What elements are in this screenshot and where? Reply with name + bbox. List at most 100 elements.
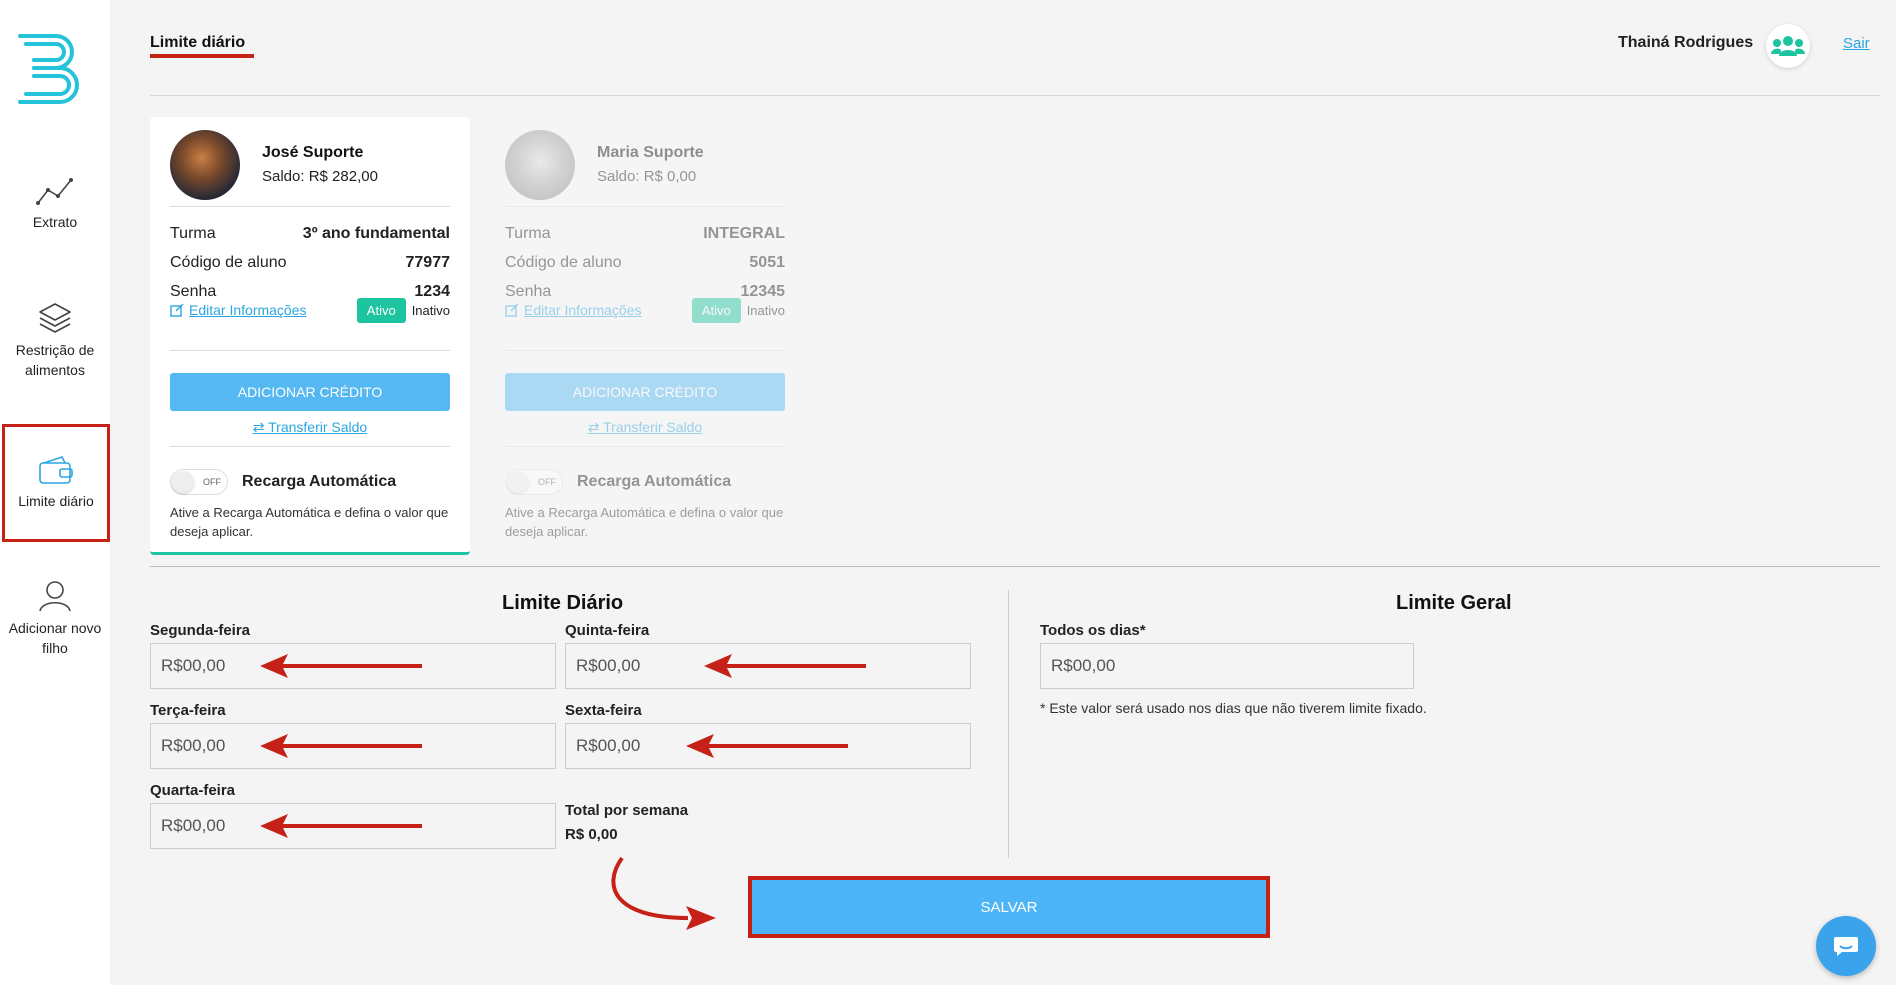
turma-value: INTEGRAL xyxy=(703,225,785,242)
child-header: Maria Suporte Saldo: R$ 0,00 xyxy=(505,129,785,207)
label-todos-os-dias: Todos os dias* xyxy=(1040,622,1146,639)
label-terca: Terça-feira xyxy=(150,702,226,719)
auto-recharge-title: Recarga Automática xyxy=(577,473,732,490)
users-icon xyxy=(1771,36,1805,56)
section-divider xyxy=(150,566,1880,567)
auto-recharge-title: Recarga Automática xyxy=(242,473,397,490)
nav-label-extrato: Extrato xyxy=(32,214,78,230)
transfer-label: Transferir Saldo xyxy=(268,419,368,435)
child-avatar xyxy=(505,129,575,200)
codigo-value: 77977 xyxy=(405,254,451,271)
annotation-arrow xyxy=(260,654,422,678)
turma-value: 3º ano fundamental xyxy=(302,225,450,242)
codigo-label: Código de aluno xyxy=(170,254,287,271)
child-balance: Saldo: R$ 282,00 xyxy=(262,168,378,185)
annotation-curved-arrow xyxy=(611,856,716,930)
layers-icon xyxy=(39,303,71,333)
child-balance: Saldo: R$ 0,00 xyxy=(597,168,697,185)
transfer-label: Transferir Saldo xyxy=(603,419,703,435)
codigo-label: Código de aluno xyxy=(505,254,622,271)
child-name: José Suporte xyxy=(262,144,364,161)
user-name: Thainá Rodrigues xyxy=(1618,34,1754,51)
codigo-value: 5051 xyxy=(749,254,785,271)
edit-info-link[interactable]: Editar Informações xyxy=(505,302,642,318)
annotation-arrow xyxy=(260,734,422,758)
info-row-codigo: Código de aluno 5051 xyxy=(505,248,785,277)
user-icon xyxy=(39,581,71,612)
child-card-jose[interactable]: José Suporte Saldo: R$ 282,00 Turma 3º a… xyxy=(150,117,470,555)
add-credit-button[interactable]: ADICIONAR CRÉDITO xyxy=(505,373,785,411)
add-credit-button[interactable]: ADICIONAR CRÉDITO xyxy=(170,373,450,411)
annotation-arrow xyxy=(704,654,866,678)
edit-info-link[interactable]: Editar Informações xyxy=(170,302,307,318)
info-row-codigo: Código de aluno 77977 xyxy=(170,248,450,277)
transfer-balance-link[interactable]: ⇄ Transferir Saldo xyxy=(505,419,785,447)
turma-label: Turma xyxy=(505,225,551,242)
info-row-turma: Turma 3º ano fundamental xyxy=(170,219,450,248)
switch-knob xyxy=(507,471,529,493)
nav-item-restricao[interactable]: Restrição de alimentos xyxy=(0,302,110,380)
status-inativo[interactable]: Inativo xyxy=(412,303,450,318)
input-todos-os-dias[interactable] xyxy=(1040,643,1414,689)
status-ativo[interactable]: Ativo xyxy=(356,297,406,323)
status-toggle[interactable]: Ativo Inativo xyxy=(356,297,450,323)
chat-icon xyxy=(1834,937,1858,956)
weekly-total-label: Total por semana xyxy=(565,802,689,819)
info-row-turma: Turma INTEGRAL xyxy=(505,219,785,248)
transfer-balance-link[interactable]: ⇄ Transferir Saldo xyxy=(170,419,450,447)
edit-info-label: Editar Informações xyxy=(189,302,307,318)
main-content: Limite diário Thainá Rodrigues Sair José… xyxy=(110,0,1896,985)
annotation-arrow xyxy=(260,814,422,838)
logo xyxy=(18,34,79,104)
child-avatar xyxy=(170,129,240,200)
title-underline xyxy=(150,54,254,58)
nav-label-adicionar: Adicionar novo filho xyxy=(8,620,102,656)
chart-line-icon xyxy=(36,178,73,205)
annotation-arrow xyxy=(686,734,848,758)
label-sexta: Sexta-feira xyxy=(565,702,642,719)
switch-off-label: OFF xyxy=(203,477,221,487)
status-inativo[interactable]: Inativo xyxy=(747,303,785,318)
user-avatar[interactable] xyxy=(1766,24,1810,68)
nav-label-limite: Limite diário xyxy=(18,493,94,509)
nav-label-restricao: Restrição de alimentos xyxy=(15,342,95,378)
child-card-maria[interactable]: Maria Suporte Saldo: R$ 0,00 Turma INTEG… xyxy=(485,117,805,555)
edit-status-row: Editar Informações Ativo Inativo xyxy=(505,297,785,351)
edit-info-label: Editar Informações xyxy=(524,302,642,318)
save-button[interactable]: SALVAR xyxy=(752,880,1266,934)
weekly-total-value: R$ 0,00 xyxy=(565,826,618,843)
label-segunda: Segunda-feira xyxy=(150,622,251,639)
edit-status-row: Editar Informações Ativo Inativo xyxy=(170,297,450,351)
auto-recharge-desc: Ative a Recarga Automática e defina o va… xyxy=(170,505,449,539)
turma-label: Turma xyxy=(170,225,216,242)
nav-item-extrato[interactable]: Extrato xyxy=(0,176,110,232)
status-toggle[interactable]: Ativo Inativo xyxy=(691,297,785,323)
switch-knob xyxy=(172,471,194,493)
daily-limit-title: Limite Diário xyxy=(502,592,624,614)
column-divider xyxy=(1008,590,1009,858)
auto-recharge-row: OFF Recarga Automática xyxy=(505,469,785,495)
auto-recharge-desc: Ative a Recarga Automática e defina o va… xyxy=(505,505,784,539)
chat-button[interactable] xyxy=(1816,916,1876,976)
label-quinta: Quinta-feira xyxy=(565,622,650,639)
sidebar: Extrato Restrição de alimentos Limite di… xyxy=(0,0,110,985)
child-header: José Suporte Saldo: R$ 282,00 xyxy=(170,129,450,207)
header-divider xyxy=(150,95,1880,96)
label-quarta: Quarta-feira xyxy=(150,782,236,799)
status-ativo[interactable]: Ativo xyxy=(691,297,741,323)
edit-icon xyxy=(170,303,184,317)
switch-off-label: OFF xyxy=(538,477,556,487)
wallet-icon xyxy=(39,456,73,484)
auto-recharge-switch[interactable]: OFF xyxy=(170,469,228,495)
save-highlight: SALVAR xyxy=(748,876,1270,938)
child-name: Maria Suporte xyxy=(597,144,704,161)
auto-recharge-row: OFF Recarga Automática xyxy=(170,469,450,495)
logout-link[interactable]: Sair xyxy=(1843,35,1870,52)
general-limit-title: Limite Geral xyxy=(1396,592,1512,614)
nav-item-limite-diario[interactable]: Limite diário xyxy=(2,424,110,542)
nav-item-adicionar-filho[interactable]: Adicionar novo filho xyxy=(0,580,110,658)
page-title: Limite diário xyxy=(150,34,246,51)
edit-icon xyxy=(505,303,519,317)
auto-recharge-switch[interactable]: OFF xyxy=(505,469,563,495)
general-limit-note: * Este valor será usado nos dias que não… xyxy=(1040,700,1427,716)
